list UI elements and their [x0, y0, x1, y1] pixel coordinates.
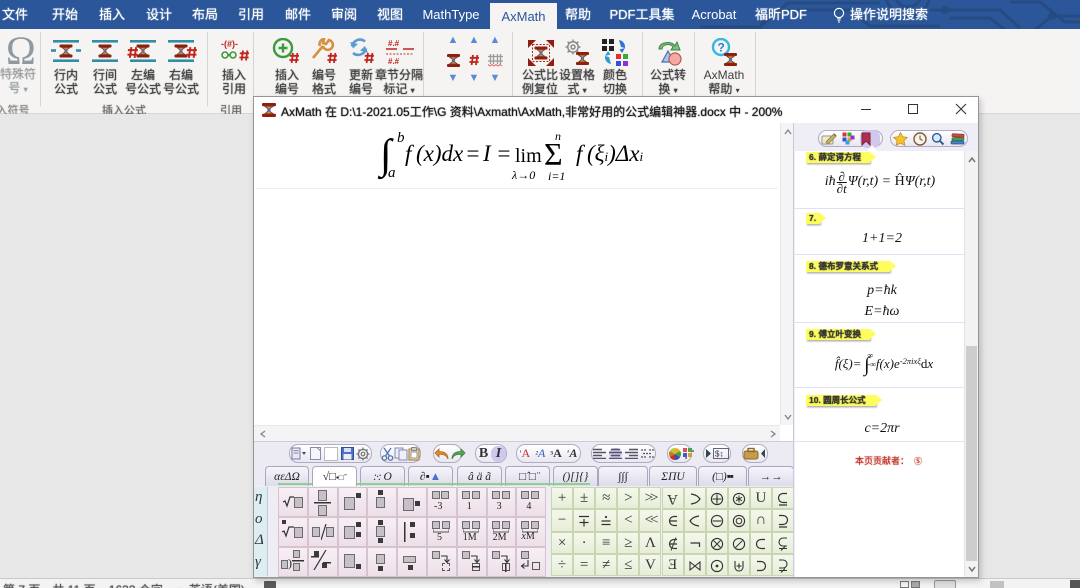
svg-text:$↕: $↕ [715, 450, 723, 459]
svg-text:?: ? [718, 41, 725, 55]
svg-text:-(#)-: -(#)- [221, 39, 238, 49]
svg-text:#.#: #.# [388, 39, 400, 48]
svg-text:#.#: #.# [388, 57, 400, 66]
